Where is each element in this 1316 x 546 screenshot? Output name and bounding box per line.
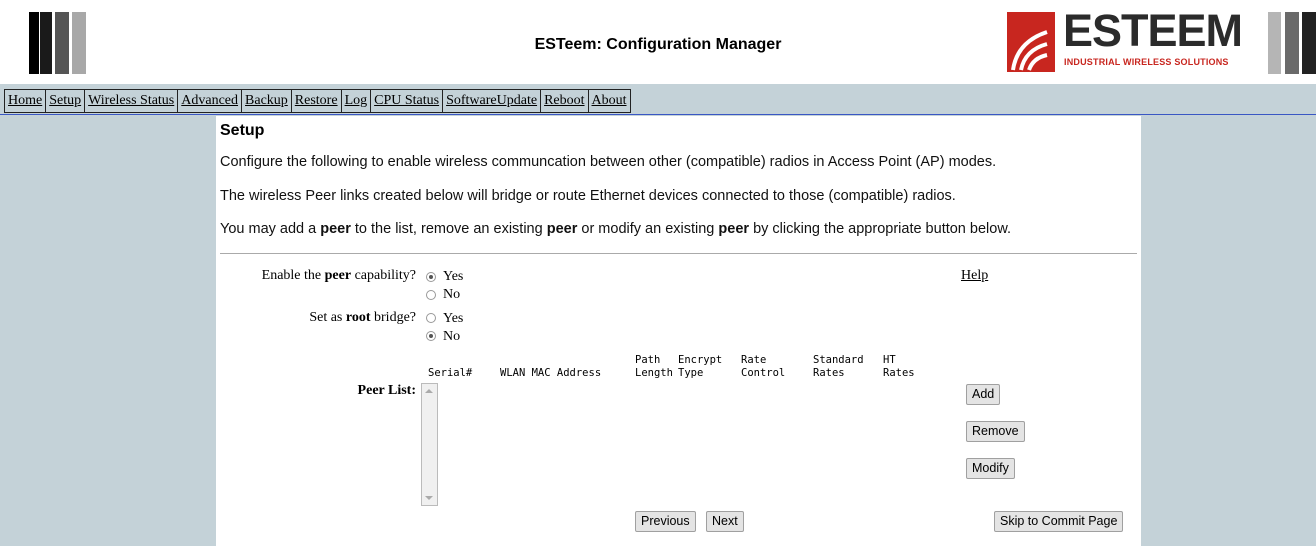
root-bridge-no-label: No	[443, 329, 461, 344]
header-bar-decoration	[1268, 12, 1281, 74]
column-path-length: Path Length	[635, 354, 673, 379]
paragraph-text: You may add a	[220, 221, 321, 237]
enable-peer-label: Enable the peer capability?	[216, 268, 416, 284]
nav-reboot[interactable]: Reboot	[541, 90, 589, 112]
nav-cpu-status[interactable]: CPU Status	[371, 90, 444, 112]
nav-about[interactable]: About	[589, 90, 630, 112]
modify-button[interactable]: Modify	[966, 458, 1015, 479]
skip-to-commit-button[interactable]: Skip to Commit Page	[994, 511, 1124, 532]
enable-peer-yes-label: Yes	[443, 269, 464, 284]
label-text: bridge?	[370, 310, 416, 325]
next-button[interactable]: Next	[706, 511, 744, 532]
nav-menu: Home Setup Wireless Status Advanced Back…	[4, 89, 631, 113]
nav-setup[interactable]: Setup	[46, 90, 86, 112]
nav-log[interactable]: Log	[342, 90, 372, 112]
column-wlan-mac: WLAN MAC Address	[500, 367, 602, 379]
root-bridge-yes-label: Yes	[443, 311, 464, 326]
label-bold: peer	[324, 268, 352, 283]
intro-paragraph-3: You may add a peer to the list, remove a…	[220, 221, 1011, 237]
section-heading: Setup	[220, 122, 265, 139]
root-bridge-label: Set as root bridge?	[216, 310, 416, 326]
paragraph-text: by clicking the appropriate button below…	[749, 221, 1012, 237]
scroll-up-icon[interactable]	[425, 389, 433, 393]
enable-peer-no-label: No	[443, 287, 461, 302]
nav-bar: Home Setup Wireless Status Advanced Back…	[0, 86, 1316, 115]
header-bar-decoration	[1285, 12, 1299, 74]
column-standard-rates: Standard Rates	[813, 354, 864, 379]
nav-home[interactable]: Home	[5, 90, 47, 112]
nav-restore[interactable]: Restore	[292, 90, 342, 112]
column-serial: Serial#	[428, 367, 473, 379]
root-bridge-no-radio[interactable]	[426, 331, 436, 341]
page-header: ESTeem: Configuration Manager ESTEEM IND…	[0, 0, 1316, 84]
enable-peer-no-radio[interactable]	[426, 290, 436, 300]
nav-advanced[interactable]: Advanced	[178, 90, 243, 112]
paragraph-bold: peer	[546, 221, 578, 237]
nav-wireless-status[interactable]: Wireless Status	[85, 90, 179, 112]
add-button[interactable]: Add	[966, 384, 1001, 405]
peer-list-label: Peer List:	[357, 383, 416, 398]
header-bar-decoration	[1302, 12, 1316, 74]
root-bridge-yes-radio[interactable]	[426, 313, 436, 323]
paragraph-text: to the list, remove an existing	[350, 221, 547, 237]
logo-tagline: INDUSTRIAL WIRELESS SOLUTIONS	[1064, 57, 1229, 67]
peer-list-box[interactable]	[421, 383, 438, 506]
paragraph-text: or modify an existing	[577, 221, 719, 237]
column-rate-control: Rate Control	[741, 354, 786, 379]
column-ht-rates: HT Rates	[883, 354, 915, 379]
scroll-down-icon[interactable]	[425, 496, 433, 500]
label-text: capability?	[351, 268, 416, 283]
remove-button[interactable]: Remove	[966, 421, 1025, 442]
esteem-logo-icon	[1007, 12, 1055, 72]
divider	[220, 253, 1137, 254]
intro-paragraph-2: The wireless Peer links created below wi…	[220, 188, 956, 204]
help-link[interactable]: Help	[961, 268, 988, 284]
label-text: Set as	[309, 310, 346, 325]
intro-paragraph-1: Configure the following to enable wirele…	[220, 154, 997, 170]
paragraph-bold: peer	[718, 221, 750, 237]
label-bold: root	[345, 310, 371, 325]
nav-backup[interactable]: Backup	[242, 90, 292, 112]
paragraph-bold: peer	[320, 221, 351, 237]
previous-button[interactable]: Previous	[635, 511, 696, 532]
logo-wordmark: ESTEEM	[1063, 5, 1243, 56]
nav-software-update[interactable]: SoftwareUpdate	[443, 90, 542, 112]
enable-peer-yes-radio[interactable]	[426, 272, 436, 282]
main-content: Setup Configure the following to enable …	[216, 116, 1141, 546]
column-encrypt-type: Encrypt Type	[678, 354, 723, 379]
label-text: Enable the	[261, 268, 325, 283]
